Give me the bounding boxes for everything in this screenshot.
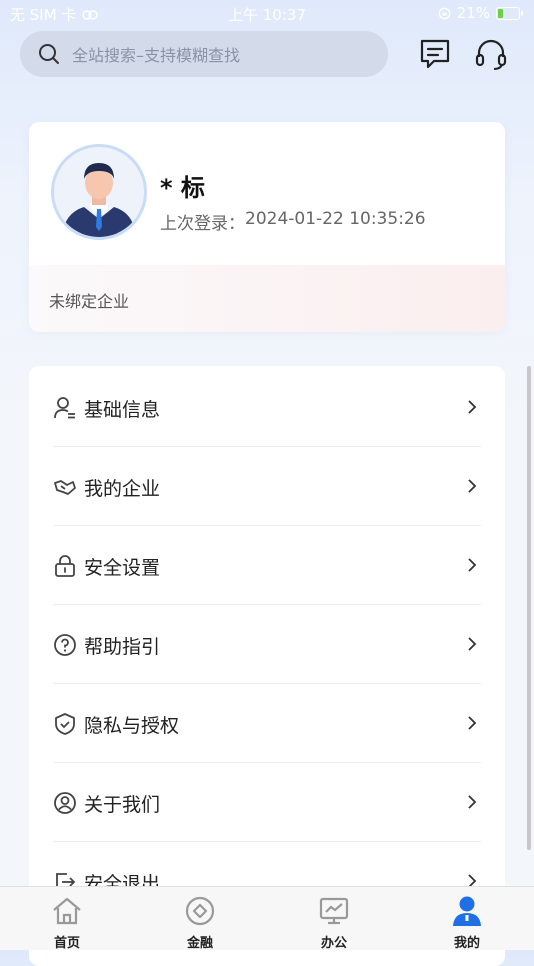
menu-item-security-settings[interactable]: 安全设置 bbox=[53, 526, 481, 605]
profile-icon bbox=[453, 896, 481, 926]
menu-label: 我的企业 bbox=[84, 478, 161, 500]
avatar[interactable] bbox=[51, 144, 147, 240]
shield-icon bbox=[55, 713, 75, 735]
status-right: 21% bbox=[438, 4, 523, 22]
status-bar: 无 SIM 卡 上午 10:37 21% bbox=[0, 0, 534, 28]
profile-card[interactable]: * 标 上次登录： 2024-01-22 10:35:26 未绑定企业 bbox=[29, 122, 505, 332]
menu-label: 帮助指引 bbox=[84, 636, 161, 658]
finance-icon bbox=[185, 896, 215, 926]
menu-item-my-enterprise[interactable]: 我的企业 bbox=[53, 447, 481, 526]
tab-office[interactable]: 办公 bbox=[289, 887, 379, 951]
customer-service-icon[interactable] bbox=[474, 37, 508, 71]
menu-label: 基础信息 bbox=[84, 399, 161, 421]
search-icon bbox=[39, 44, 59, 64]
about-icon bbox=[54, 792, 76, 814]
chevron-right-icon bbox=[468, 795, 477, 809]
chevron-right-icon bbox=[468, 558, 477, 572]
search-input[interactable]: 全站搜索–支持模糊查找 bbox=[72, 42, 240, 66]
handshake-icon bbox=[54, 480, 76, 495]
last-login: 上次登录： 2024-01-22 10:35:26 bbox=[160, 209, 426, 234]
chevron-right-icon bbox=[468, 716, 477, 730]
message-icon[interactable] bbox=[418, 37, 452, 71]
chevron-right-icon bbox=[468, 400, 477, 414]
tab-bar: 首页 金融 办公 我的 bbox=[0, 886, 534, 951]
tab-mine[interactable]: 我的 bbox=[422, 887, 512, 951]
help-icon bbox=[54, 634, 76, 656]
menu-item-basic-info[interactable]: 基础信息 bbox=[53, 368, 481, 447]
tab-label: 办公 bbox=[320, 936, 347, 951]
menu-label: 安全设置 bbox=[84, 557, 161, 579]
office-icon bbox=[319, 897, 349, 925]
chevron-right-icon bbox=[468, 637, 477, 651]
menu-card: 基础信息 我的企业 安全设置 帮助指引 隐私与授权 关于我们 安全退出 bbox=[29, 366, 505, 966]
battery-percent: 21% bbox=[456, 4, 490, 22]
menu-item-help-guide[interactable]: 帮助指引 bbox=[53, 605, 481, 684]
battery-icon bbox=[496, 6, 523, 20]
avatar-image bbox=[62, 163, 136, 237]
last-login-time: 2024-01-22 10:35:26 bbox=[245, 209, 426, 229]
tab-label: 我的 bbox=[453, 936, 480, 951]
user-info-icon bbox=[54, 397, 75, 419]
tab-finance[interactable]: 金融 bbox=[155, 887, 245, 951]
last-login-label: 上次登录： bbox=[160, 214, 245, 234]
menu-label: 关于我们 bbox=[84, 794, 161, 816]
scrollbar[interactable] bbox=[527, 366, 531, 850]
home-icon bbox=[53, 897, 81, 925]
menu-item-about-us[interactable]: 关于我们 bbox=[53, 763, 481, 842]
user-name: * 标 bbox=[160, 174, 205, 202]
tab-label: 金融 bbox=[186, 936, 213, 951]
lock-icon bbox=[55, 555, 75, 577]
orientation-lock-icon bbox=[438, 7, 451, 19]
search-bar[interactable]: 全站搜索–支持模糊查找 bbox=[20, 31, 388, 77]
menu-item-privacy[interactable]: 隐私与授权 bbox=[53, 684, 481, 763]
chevron-right-icon bbox=[468, 479, 477, 493]
menu-label: 隐私与授权 bbox=[84, 715, 180, 737]
company-status[interactable]: 未绑定企业 bbox=[49, 288, 129, 312]
tab-label: 首页 bbox=[53, 936, 80, 951]
tab-home[interactable]: 首页 bbox=[22, 887, 112, 951]
